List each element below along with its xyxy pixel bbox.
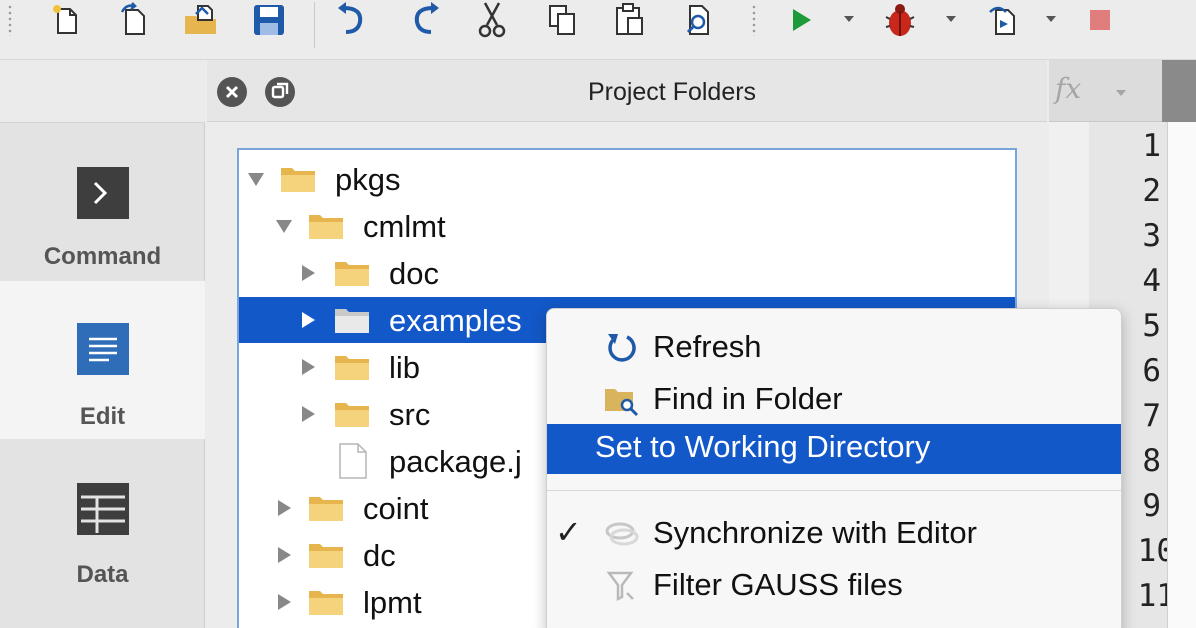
collapsed-arrow-icon[interactable] bbox=[275, 546, 293, 564]
tree-row-label: lpmt bbox=[363, 585, 422, 620]
redo-icon[interactable] bbox=[403, 0, 447, 40]
find-in-folder-icon bbox=[603, 383, 641, 417]
step-dropdown-icon[interactable] bbox=[1044, 12, 1058, 26]
tree-row-label: lib bbox=[389, 350, 421, 385]
line-number: 2 bbox=[1142, 173, 1161, 209]
folder-icon bbox=[333, 352, 371, 382]
sync-icon bbox=[603, 517, 641, 551]
check-mark-icon: ✓ bbox=[555, 514, 582, 550]
menu-item-refresh[interactable]: Refresh bbox=[547, 321, 1121, 371]
menu-item-label: Find in Folder bbox=[653, 381, 843, 416]
line-number: 11 bbox=[1137, 578, 1175, 614]
menu-item-synchronize-with-editor[interactable]: ✓ Synchronize with Editor bbox=[547, 507, 1121, 557]
menu-item-label: Synchronize with Editor bbox=[653, 515, 977, 550]
debug-dropdown-icon[interactable] bbox=[944, 12, 958, 26]
sidebar-top bbox=[0, 60, 205, 123]
line-number: 1 bbox=[1142, 128, 1161, 164]
collapsed-arrow-icon[interactable] bbox=[299, 264, 317, 282]
folder-icon bbox=[333, 305, 371, 335]
toolbar-separator bbox=[314, 2, 315, 48]
menu-item-label: Set to Working Directory bbox=[595, 429, 931, 464]
toolbar-grip[interactable] bbox=[8, 4, 12, 36]
tree-row-label: doc bbox=[389, 256, 439, 291]
panel-header: Project Folders bbox=[207, 60, 1047, 122]
run-dropdown-icon[interactable] bbox=[842, 12, 856, 26]
stop-icon[interactable] bbox=[1078, 0, 1122, 40]
sidebar-item-data[interactable]: Data bbox=[0, 439, 205, 597]
main-toolbar bbox=[0, 0, 1196, 60]
folder-icon bbox=[333, 258, 371, 288]
open-file-icon[interactable] bbox=[112, 0, 156, 40]
tree-row-label: cmlmt bbox=[363, 209, 446, 244]
tree-row[interactable]: cmlmt bbox=[239, 203, 1015, 249]
file-icon bbox=[337, 442, 375, 479]
expanded-arrow-icon[interactable] bbox=[247, 170, 265, 188]
context-menu: Refresh Find in Folder Set to Working Di… bbox=[546, 308, 1122, 628]
menu-item-label: Refresh bbox=[653, 329, 762, 364]
editor-text-area[interactable] bbox=[1167, 122, 1196, 628]
folder-icon bbox=[307, 211, 345, 241]
tree-row-label: coint bbox=[363, 491, 429, 526]
folder-icon bbox=[333, 399, 371, 429]
copy-icon[interactable] bbox=[540, 0, 584, 40]
panel-title: Project Folders bbox=[587, 78, 757, 106]
command-prompt-icon bbox=[77, 167, 129, 219]
filter-icon bbox=[603, 569, 641, 603]
mode-sidebar: Command Edit Data bbox=[0, 60, 205, 628]
cut-icon[interactable] bbox=[470, 0, 514, 40]
data-table-icon bbox=[77, 483, 129, 535]
run-icon[interactable] bbox=[778, 0, 822, 40]
folder-icon bbox=[279, 164, 317, 194]
collapsed-arrow-icon[interactable] bbox=[275, 593, 293, 611]
sidebar-item-label: Command bbox=[43, 243, 162, 270]
collapsed-arrow-icon[interactable] bbox=[275, 499, 293, 517]
find-icon[interactable] bbox=[677, 0, 721, 40]
menu-item-label: Filter GAUSS files bbox=[653, 567, 903, 602]
tree-row-label: package.j bbox=[389, 444, 522, 479]
debug-icon[interactable] bbox=[878, 0, 922, 40]
sidebar-item-command[interactable]: Command bbox=[0, 123, 205, 281]
formula-bar[interactable]: fx bbox=[1049, 60, 1196, 122]
paste-icon[interactable] bbox=[608, 0, 652, 40]
menu-item-filter-gauss-files[interactable]: Filter GAUSS files bbox=[547, 559, 1121, 609]
line-number: 10 bbox=[1137, 533, 1175, 569]
formula-bar-edge bbox=[1162, 60, 1196, 122]
folder-icon bbox=[307, 540, 345, 570]
fx-label: fx bbox=[1055, 72, 1082, 105]
collapsed-arrow-icon[interactable] bbox=[299, 358, 317, 376]
undo-icon[interactable] bbox=[330, 0, 374, 40]
tree-row-label: dc bbox=[363, 538, 396, 573]
line-number: 3 bbox=[1142, 218, 1161, 254]
toolbar-grip[interactable] bbox=[752, 4, 756, 36]
edit-document-icon bbox=[77, 323, 129, 375]
sidebar-item-edit[interactable]: Edit bbox=[0, 281, 205, 439]
tree-row-label: examples bbox=[389, 303, 522, 338]
refresh-icon bbox=[603, 331, 641, 365]
menu-separator bbox=[547, 490, 1121, 491]
tree-row-label: src bbox=[389, 397, 431, 432]
collapsed-arrow-icon[interactable] bbox=[299, 405, 317, 423]
menu-item-find-in-folder[interactable]: Find in Folder bbox=[547, 373, 1121, 423]
chevron-down-icon[interactable] bbox=[1115, 84, 1127, 102]
folder-icon bbox=[307, 587, 345, 617]
line-number: 4 bbox=[1142, 263, 1161, 299]
sidebar-item-label: Edit bbox=[79, 403, 126, 430]
sidebar-item-label: Data bbox=[76, 561, 129, 588]
folder-icon bbox=[307, 493, 345, 523]
new-file-icon[interactable] bbox=[44, 0, 88, 40]
tree-row[interactable]: pkgs bbox=[239, 156, 1015, 202]
expanded-arrow-icon[interactable] bbox=[275, 217, 293, 235]
tree-row[interactable]: doc bbox=[239, 250, 1015, 296]
open-folder-icon[interactable] bbox=[180, 0, 224, 40]
tree-row-label: pkgs bbox=[335, 162, 401, 197]
step-icon[interactable] bbox=[982, 0, 1026, 40]
save-icon[interactable] bbox=[247, 0, 291, 40]
collapsed-arrow-icon[interactable] bbox=[299, 311, 317, 329]
menu-item-set-working-directory[interactable]: Set to Working Directory bbox=[547, 424, 1121, 474]
